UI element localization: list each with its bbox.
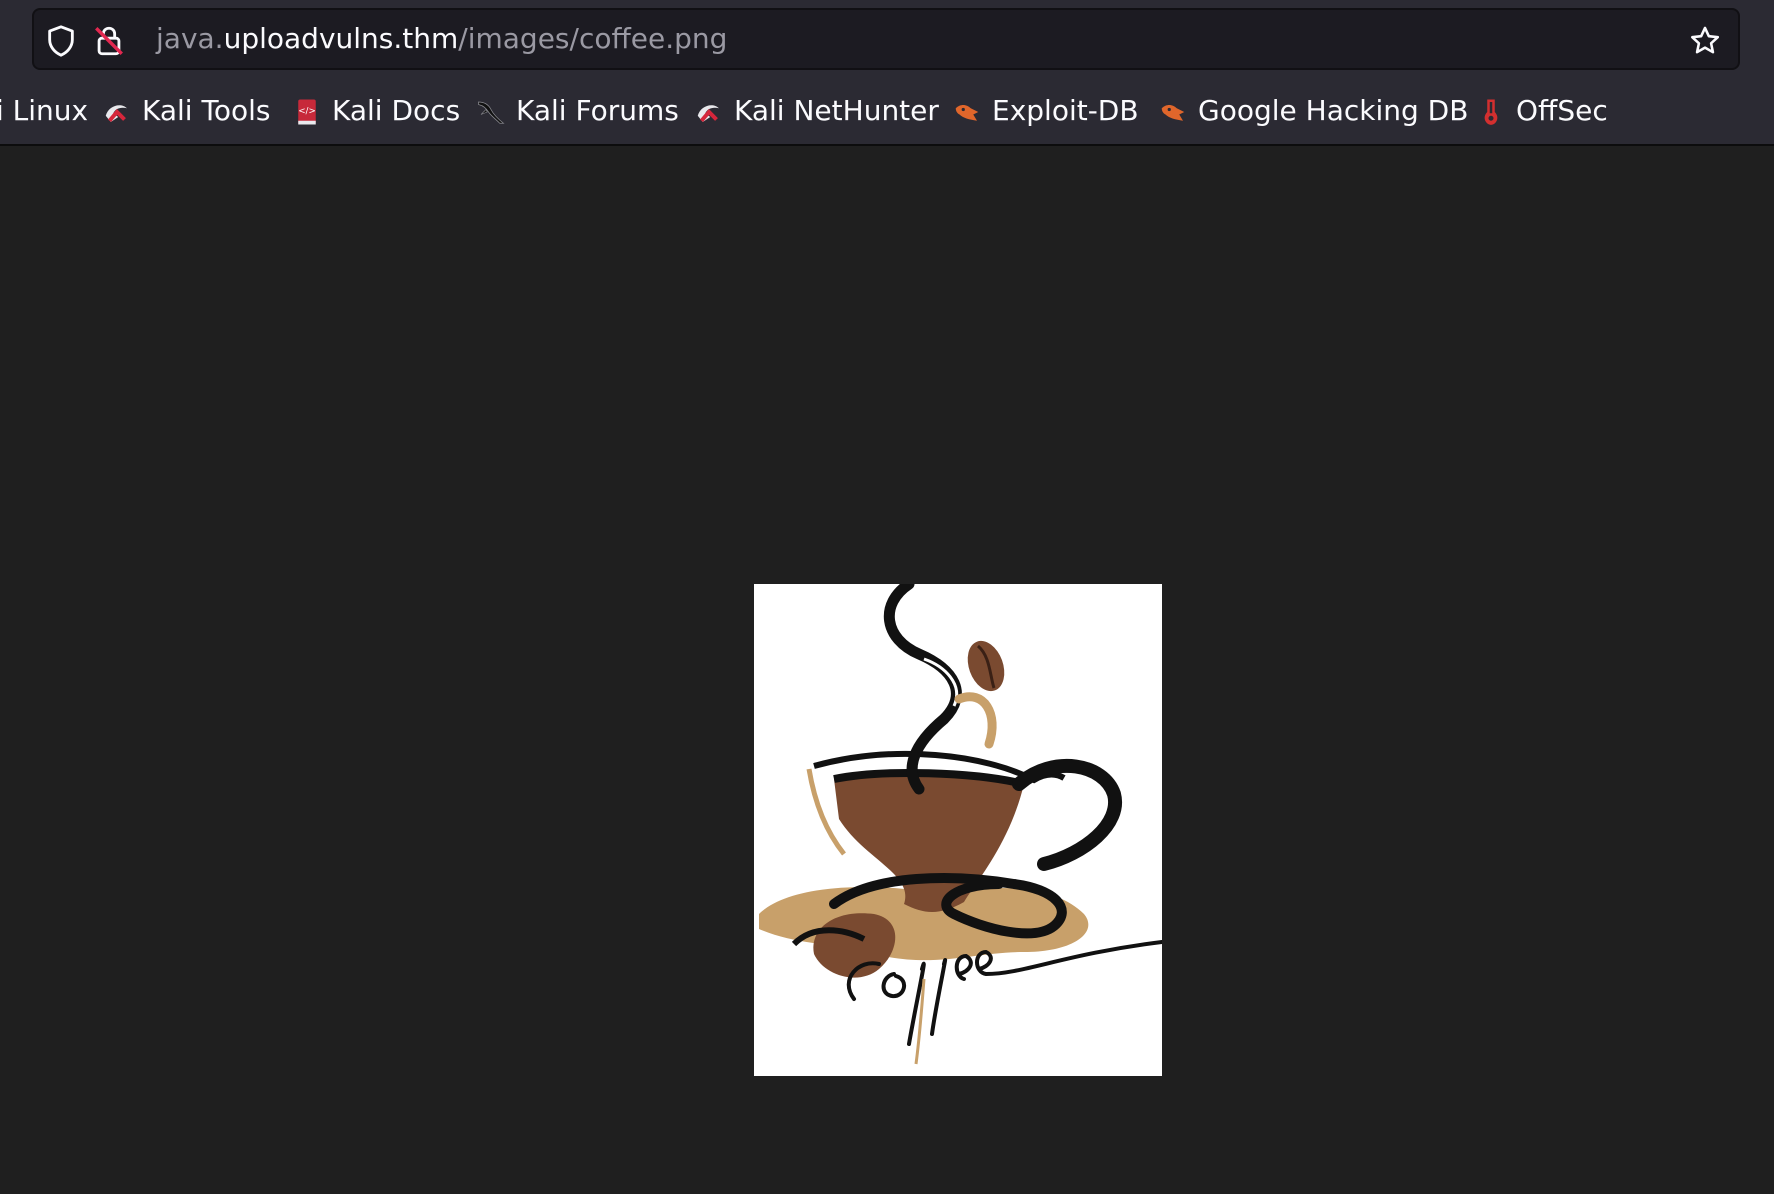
coffee-image — [754, 578, 1164, 1076]
url-domain: uploadvulns.thm — [223, 22, 459, 55]
browser-toolbar: java.uploadvulns.thm/images/coffee.png i… — [0, 0, 1774, 146]
kali-icon — [105, 105, 127, 123]
coffee-cup-illustration — [759, 578, 1164, 1065]
bookmark-label: OffSec — [1516, 94, 1608, 127]
star-icon[interactable] — [1688, 24, 1722, 58]
address-bar[interactable]: java.uploadvulns.thm/images/coffee.png — [32, 8, 1740, 70]
bookmark-label: Google Hacking DB — [1198, 94, 1469, 127]
svg-text:</>: </> — [298, 106, 316, 116]
bookmarks-toolbar: i Linux Kali Tools </> Kali Docs Kali Fo… — [0, 82, 1774, 140]
bookmark-label: Kali Tools — [142, 94, 271, 127]
bookmark-label: i Linux — [0, 94, 89, 127]
url-text[interactable]: java.uploadvulns.thm/images/coffee.png — [156, 10, 727, 68]
shield-icon[interactable] — [44, 24, 78, 58]
page-viewport — [0, 146, 1774, 1194]
kali-dragon-icon — [478, 101, 505, 124]
url-prefix: java. — [156, 22, 224, 55]
url-path: /images/coffee.png — [458, 22, 728, 55]
insecure-lock-icon[interactable] — [92, 24, 126, 58]
bookmark-label: Kali NetHunter — [734, 94, 939, 127]
bookmark-label: Kali Forums — [516, 94, 679, 127]
kali-icon — [697, 105, 719, 123]
bookmark-label: Kali Docs — [332, 94, 461, 127]
exploit-db-icon — [955, 104, 979, 121]
kali-docs-icon: </> — [298, 99, 316, 125]
bookmark-label: Exploit-DB — [992, 94, 1139, 127]
browser-window: java.uploadvulns.thm/images/coffee.png i… — [0, 0, 1774, 1194]
exploit-db-icon — [1161, 104, 1185, 121]
offsec-icon — [1484, 99, 1498, 125]
